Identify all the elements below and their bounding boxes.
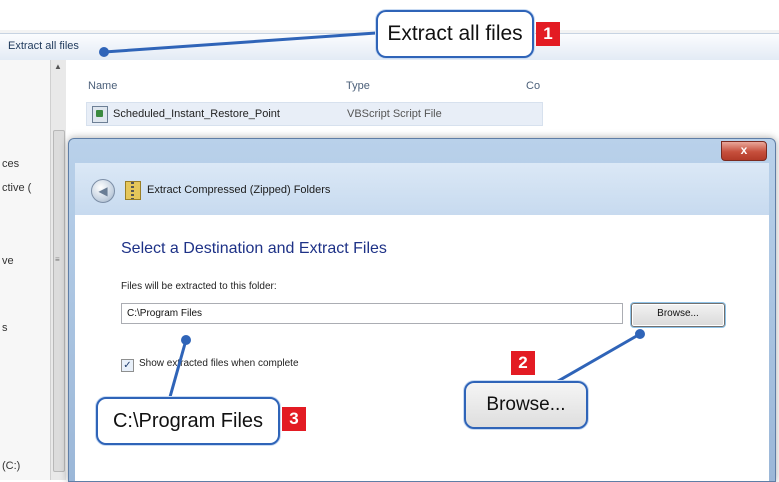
nav-item[interactable]: ces (2, 158, 19, 170)
scroll-up-arrow-icon[interactable]: ▲ (54, 62, 62, 71)
scrollbar-thumb[interactable] (53, 130, 65, 472)
step-badge-1: 1 (536, 22, 560, 46)
scrollbar-grip-icon: ≡ (55, 255, 60, 264)
dialog-header: ◀ Extract Compressed (Zipped) Folders (75, 163, 769, 215)
close-button[interactable]: x (721, 141, 767, 161)
show-files-checkbox-label[interactable]: Show extracted files when complete (139, 358, 299, 369)
navigation-pane: ces ctive ( ve s (C:) (0, 60, 50, 480)
back-arrow-icon[interactable]: ◀ (91, 179, 115, 203)
column-header-name[interactable]: Name (88, 80, 117, 92)
nav-scrollbar[interactable]: ▲ ≡ (50, 60, 67, 480)
file-row[interactable]: Scheduled_Instant_Restore_Point VBScript… (86, 102, 543, 126)
column-header-type[interactable]: Type (346, 80, 370, 92)
nav-item[interactable]: s (2, 322, 8, 334)
file-type: VBScript Script File (347, 108, 442, 120)
callout-extract-all-files: Extract all files (376, 10, 534, 58)
column-header-extra[interactable]: Co (526, 80, 540, 92)
nav-item[interactable]: ve (2, 255, 14, 267)
script-file-icon (92, 106, 108, 123)
destination-label: Files will be extracted to this folder: (121, 281, 277, 292)
dialog-heading: Select a Destination and Extract Files (121, 240, 387, 257)
dialog-title: Extract Compressed (Zipped) Folders (147, 184, 331, 196)
file-name: Scheduled_Instant_Restore_Point (113, 108, 280, 120)
nav-item[interactable]: (C:) (2, 460, 20, 472)
callout-program-files-path: C:\Program Files (96, 397, 280, 445)
step-badge-2: 2 (511, 351, 535, 375)
destination-path-input[interactable]: C:\Program Files (121, 303, 623, 324)
callout-browse: Browse... (464, 381, 588, 429)
nav-item[interactable]: ctive ( (2, 182, 31, 194)
step-badge-3: 3 (282, 407, 306, 431)
zip-folder-icon (125, 181, 141, 200)
extract-all-files-button[interactable]: Extract all files (8, 40, 79, 52)
browse-button[interactable]: Browse... (631, 303, 725, 327)
show-files-checkbox[interactable]: ✓ (121, 359, 134, 372)
